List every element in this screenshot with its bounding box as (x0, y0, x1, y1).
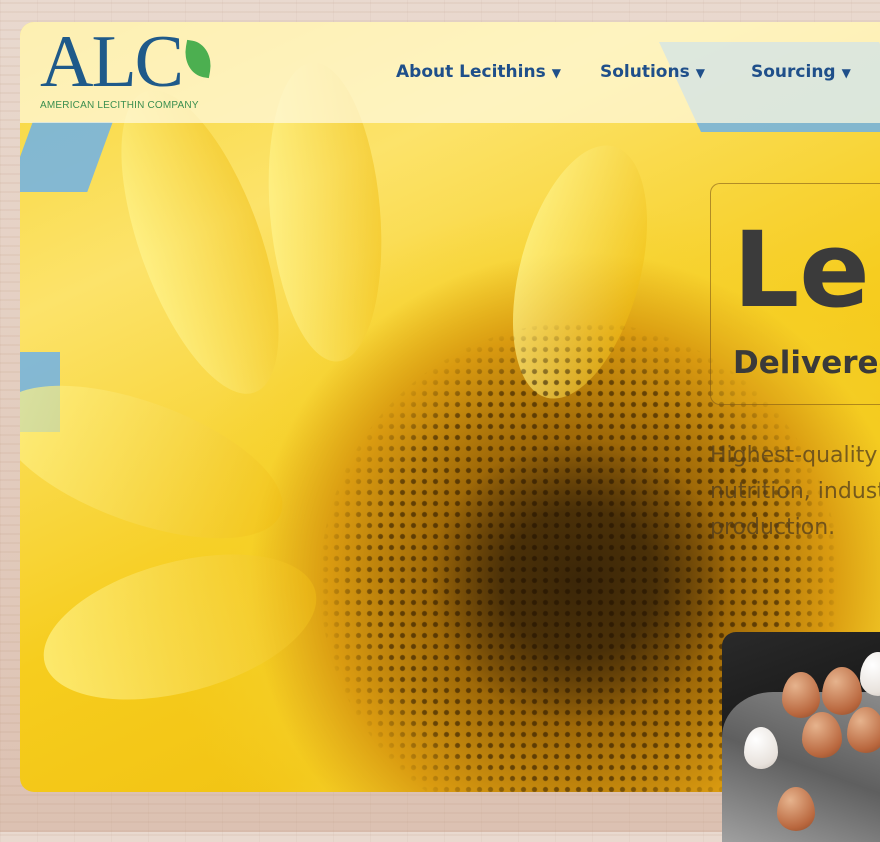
hero-description-line: Highest-quality l (710, 443, 880, 468)
eggs-photo (722, 632, 880, 842)
chevron-down-icon: ▼ (841, 66, 851, 80)
logo-wordmark: ALC (40, 21, 184, 103)
logo-tagline: AMERICAN LECITHIN COMPANY (40, 100, 199, 111)
leaf-icon (181, 39, 215, 79)
nav-label: About Lecithins (396, 62, 546, 82)
hero-description-line: nutrition, indust (710, 479, 880, 504)
chevron-down-icon: ▼ (551, 66, 561, 80)
hero-description-line: production. (710, 515, 836, 540)
hero-subtitle: Delivered (733, 345, 880, 381)
nav-label: Sourcing (751, 62, 836, 82)
nav-label: Solutions (600, 62, 690, 82)
chevron-down-icon: ▼ (695, 66, 705, 80)
hero-title: Le (733, 209, 870, 331)
hero-description: Highest-quality l nutrition, indust prod… (710, 438, 880, 546)
nav-solutions[interactable]: Solutions ▼ (600, 62, 705, 82)
site-logo[interactable]: ALC AMERICAN LECITHIN COMPANY (40, 22, 215, 114)
nav-about-lecithins[interactable]: About Lecithins ▼ (396, 62, 561, 82)
nav-sourcing[interactable]: Sourcing ▼ (751, 62, 851, 82)
